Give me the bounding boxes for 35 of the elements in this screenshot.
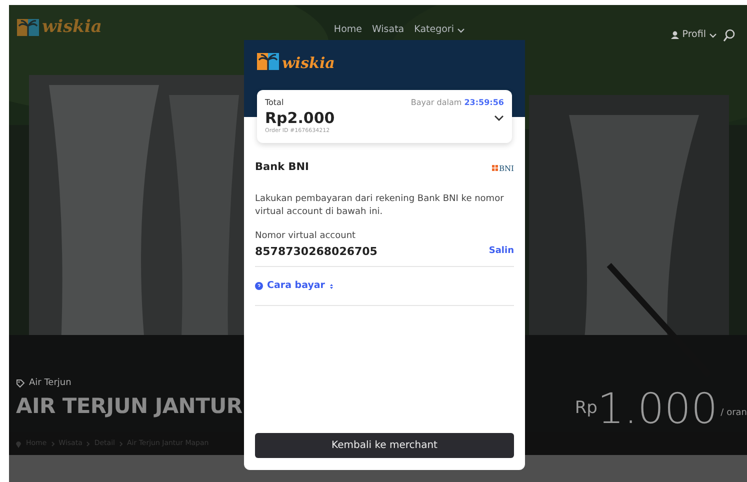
instruction-text: Lakukan pembayaran dari rekening Bank BNI ke nomor virtual account di bawah ini. (255, 193, 505, 220)
location-icon (15, 440, 22, 448)
chevron-icon (50, 440, 55, 446)
category-label: Air Terjun (29, 377, 72, 390)
palm-logo-icon (17, 18, 39, 38)
currency-label: Rp (574, 397, 598, 420)
profile-link[interactable]: Profil (671, 28, 717, 42)
nav-link[interactable]: Home (334, 25, 362, 36)
nav-link[interactable]: Kategori (414, 25, 465, 36)
va-label: Nomor virtual account (255, 230, 357, 244)
chevron-icon (86, 440, 90, 446)
bank-mark-icon (492, 165, 498, 172)
sort-icon (329, 282, 334, 290)
price-value: 1.000 (597, 388, 718, 430)
caret-icon (709, 32, 717, 39)
logo-text[interactable]: wiskia (42, 15, 102, 40)
user-icon (671, 31, 680, 40)
palm-logo-icon (257, 52, 279, 72)
total-label: Total (265, 97, 284, 109)
total-amount: Rp2.000 (265, 109, 335, 127)
bank-name: Bank BNI (255, 160, 309, 176)
copy-button[interactable]: Salin (488, 245, 514, 259)
search-icon[interactable] (723, 28, 735, 42)
nav-link[interactable]: Wisata (372, 25, 404, 36)
logo-text: wiskia (282, 53, 335, 74)
price-unit: / oran (720, 406, 747, 420)
va-number: 8578730268026705 (255, 244, 378, 260)
chevron-down-icon[interactable] (494, 114, 504, 122)
back-button[interactable]: Kembali ke merchant (255, 433, 514, 458)
chevron-icon (118, 440, 123, 446)
how-to-pay-button[interactable]: Cara bayar (255, 279, 334, 294)
page-title: AIR TERJUN JANTUR (16, 392, 242, 420)
tag-icon (16, 379, 25, 388)
countdown-text: Bayar dalam 23:59:56 (410, 97, 504, 109)
help-icon (255, 282, 263, 290)
